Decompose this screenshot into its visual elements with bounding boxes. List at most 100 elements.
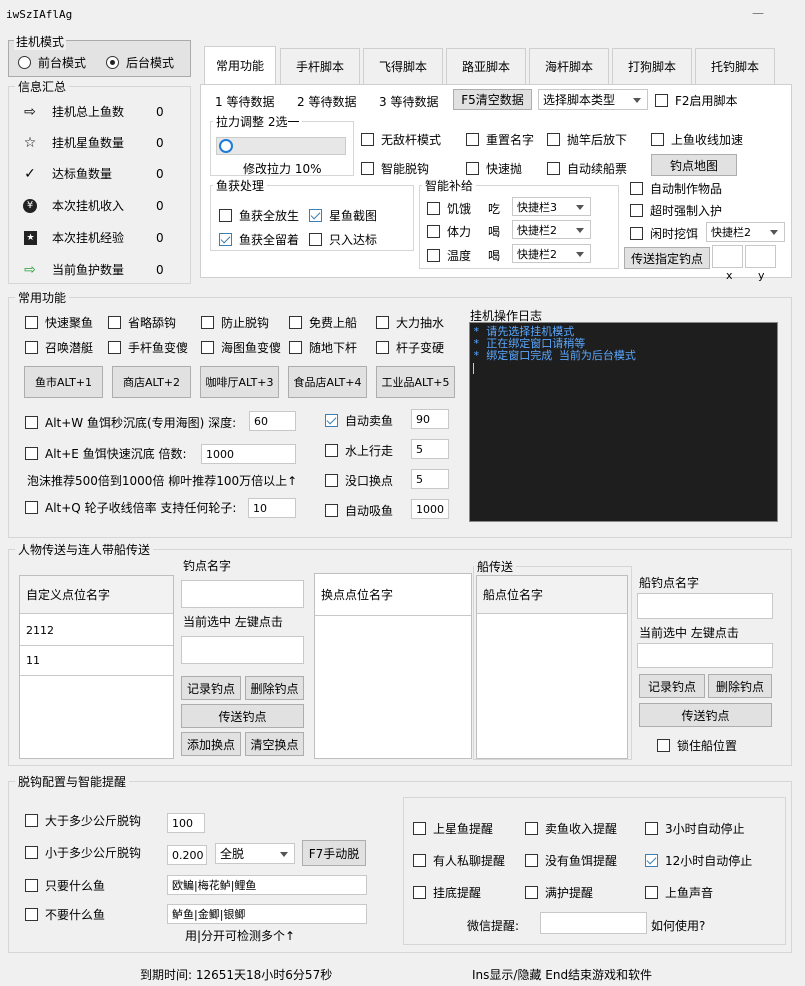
strong-pump-checkbox[interactable]: 大力抽水 [376,314,444,331]
custom-spot-list[interactable]: 自定义点位名字 2112 11 [19,575,174,759]
boat-current-input[interactable] [637,643,773,668]
supply-stamina-checkbox[interactable]: 体力喝 [427,223,500,240]
alt-w-checkbox[interactable]: Alt+W 鱼饵秒沉底(专用海图) 深度: [25,414,236,431]
skip-lick-checkbox[interactable]: 省略舔钩 [108,314,176,331]
boat-spot-input[interactable] [637,593,773,619]
current-selected-input[interactable] [181,636,304,664]
no-bite-move-checkbox[interactable]: 没口换点 [325,472,393,489]
tab-hand-rod[interactable]: 手杆脚本 [280,48,360,85]
lt-mode-select[interactable]: 全脱 [215,843,295,864]
walk-water-checkbox[interactable]: 水上行走 [325,442,393,459]
free-boat-checkbox[interactable]: 免费上船 [289,314,357,331]
smart-unhook-checkbox[interactable]: 智能脱钩 [361,160,429,177]
alert-catch-sound[interactable]: 上鱼声音 [645,884,713,901]
lt-weight-input[interactable]: 0.200 [167,845,207,865]
delete-spot-button[interactable]: 删除钓点 [245,676,304,700]
auto-suck-checkbox[interactable]: 自动吸鱼 [325,502,393,519]
hunger-slot-select[interactable]: 快捷栏3 [512,197,591,216]
summon-sub-checkbox[interactable]: 召唤潜艇 [25,339,93,356]
toss-down-checkbox[interactable]: 抛竿后放下 [547,131,627,148]
custom-spot-header[interactable]: 自定义点位名字 [20,576,173,614]
only-qualified-checkbox[interactable]: 只入达标 [309,231,377,248]
list-item[interactable]: 2112 [20,616,173,646]
how-to-link[interactable]: 如何使用? [651,917,705,934]
slider-thumb[interactable] [219,139,233,153]
star-shot-checkbox[interactable]: 星鱼截图 [309,207,377,224]
depth-input[interactable]: 60 [249,411,296,431]
alert-12h-stop[interactable]: 12小时自动停止 [645,852,752,869]
overtime-protect-checkbox[interactable]: 超时强制入护 [630,202,722,219]
add-switch-button[interactable]: 添加换点 [181,732,241,756]
record-spot-button[interactable]: 记录钓点 [181,676,241,700]
shop-button[interactable]: 商店ALT+2 [112,366,191,398]
boat-delete-button[interactable]: 删除钓点 [708,674,772,698]
handrod-dumb-checkbox[interactable]: 手杆鱼变傻 [108,339,188,356]
walk-water-input[interactable]: 5 [411,439,449,459]
alert-snag[interactable]: 挂底提醒 [413,884,481,901]
alert-sell-income[interactable]: 卖鱼收入提醒 [525,820,617,837]
anti-unhook-checkbox[interactable]: 防止脱钩 [201,314,269,331]
alert-private-chat[interactable]: 有人私聊提醒 [413,852,505,869]
unwant-fish-input[interactable]: 鲈鱼|金鲫|银鲫 [167,904,367,924]
boat-spot-header[interactable]: 船点位名字 [477,576,627,614]
back-mode-radio[interactable]: 后台模式 [106,54,174,71]
alert-3h-stop[interactable]: 3小时自动停止 [645,820,745,837]
clear-switch-button[interactable]: 清空换点 [245,732,304,756]
tab-tow[interactable]: 托钓脚本 [695,48,775,85]
stamina-slot-select[interactable]: 快捷栏2 [512,220,591,239]
f2-enable-checkbox[interactable]: F2启用脚本 [655,92,738,109]
front-mode-radio[interactable]: 前台模式 [18,54,86,71]
auto-ticket-checkbox[interactable]: 自动续船票 [547,160,627,177]
tab-dog[interactable]: 打狗脚本 [612,48,692,85]
gt-weight-checkbox[interactable]: 大于多少公斤脱钩 [25,812,141,829]
temp-slot-select[interactable]: 快捷栏2 [512,244,591,263]
switch-spot-header[interactable]: 换点点位名字 [315,574,471,616]
teleport-spot-button[interactable]: 传送钓点 [181,704,304,728]
switch-spot-list[interactable]: 换点点位名字 [314,573,472,759]
fast-reel-checkbox[interactable]: 上鱼收线加速 [651,131,743,148]
tab-sea-rod[interactable]: 海杆脚本 [529,48,609,85]
idle-slot-select[interactable]: 快捷栏2 [706,222,785,242]
fish-market-button[interactable]: 鱼市ALT+1 [24,366,103,398]
script-type-select[interactable]: 选择脚本类型 [538,89,648,110]
minimize-button[interactable]: — [752,6,764,20]
cafe-button[interactable]: 咖啡厅ALT+3 [200,366,279,398]
supply-temp-checkbox[interactable]: 温度喝 [427,247,500,264]
no-bite-move-input[interactable]: 5 [411,469,449,489]
auto-sell-input[interactable]: 90 [411,409,449,429]
quick-toss-checkbox[interactable]: 快速抛 [466,160,522,177]
alert-star-fish[interactable]: 上星鱼提醒 [413,820,493,837]
tab-float[interactable]: 飞得脚本 [363,48,443,85]
boat-spot-list[interactable]: 船点位名字 [476,575,628,759]
tab-common[interactable]: 常用功能 [204,46,276,84]
lock-boat-checkbox[interactable]: 锁住船位置 [657,737,737,754]
want-fish-input[interactable]: 欧鳊|梅花鲈|鲤鱼 [167,875,367,895]
supply-hunger-checkbox[interactable]: 饥饿吃 [427,200,500,217]
food-store-button[interactable]: 食品店ALT+4 [288,366,367,398]
alt-e-checkbox[interactable]: Alt+E 鱼饵快速沉底 倍数: [25,445,187,462]
clear-data-button[interactable]: F5清空数据 [453,89,532,110]
spot-map-button[interactable]: 钓点地图 [651,154,737,176]
unwant-fish-checkbox[interactable]: 不要什么鱼 [25,906,105,923]
fast-gather-checkbox[interactable]: 快速聚鱼 [25,314,93,331]
want-fish-checkbox[interactable]: 只要什么鱼 [25,877,105,894]
coord-x-input[interactable] [712,245,743,268]
industry-store-button[interactable]: 工业品ALT+5 [376,366,455,398]
seamap-dumb-checkbox[interactable]: 海图鱼变傻 [201,339,281,356]
gt-weight-input[interactable]: 100 [167,813,205,833]
idle-bait-checkbox[interactable]: 闲时挖饵 [630,225,698,242]
teleport-spot-button[interactable]: 传送指定钓点 [624,247,710,269]
alert-keepnet-full[interactable]: 满护提醒 [525,884,593,901]
coord-y-input[interactable] [745,245,776,268]
list-item[interactable]: 11 [20,646,173,676]
auto-sell-checkbox[interactable]: 自动卖鱼 [325,412,393,429]
multiplier-input[interactable]: 1000 [201,444,296,464]
auto-craft-checkbox[interactable]: 自动制作物品 [630,180,722,197]
wechat-input[interactable] [540,912,647,934]
invincible-checkbox[interactable]: 无敌杆模式 [361,131,441,148]
boat-teleport-button[interactable]: 传送钓点 [639,703,772,727]
alt-q-checkbox[interactable]: Alt+Q 轮子收线倍率 支持任何轮子: [25,499,236,516]
f7-manual-button[interactable]: F7手动脱 [302,840,366,866]
spot-name-input[interactable] [181,580,304,608]
reel-rate-input[interactable]: 10 [248,498,296,518]
